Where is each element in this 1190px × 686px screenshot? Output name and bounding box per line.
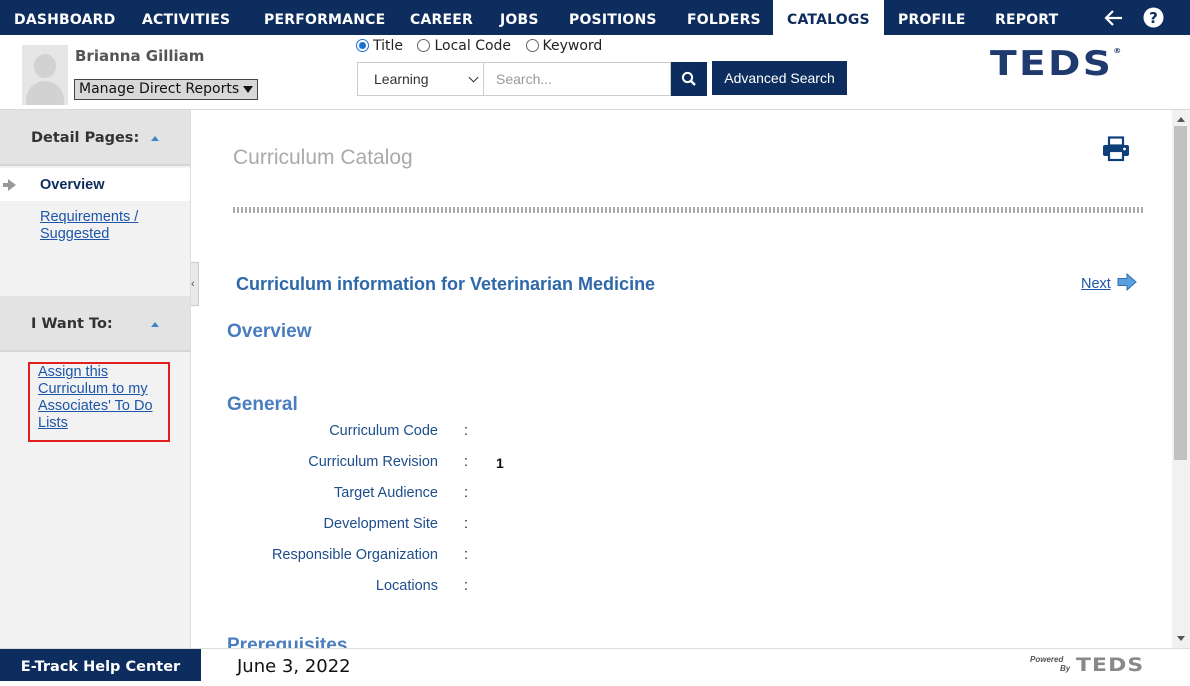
assign-curriculum-link[interactable]: Assign this Curriculum to my Associates'… <box>38 364 153 432</box>
collapse-up-icon <box>151 136 159 141</box>
chevron-down-icon <box>468 72 479 83</box>
nav-jobs[interactable]: JOBS <box>500 0 539 35</box>
help-center-button[interactable]: E-Track Help Center <box>0 649 201 681</box>
radio-keyword[interactable]: Keyword <box>525 38 602 54</box>
nav-report[interactable]: REPORT <box>995 0 1058 35</box>
field-separator: : <box>464 454 469 470</box>
sidebar-item-overview[interactable]: Overview <box>0 168 190 201</box>
manage-direct-reports-label: Manage Direct Reports <box>79 81 240 97</box>
scroll-thumb[interactable] <box>1174 126 1187 460</box>
nav-profile[interactable]: PROFILE <box>898 0 966 35</box>
chevron-left-icon: ‹ <box>191 278 195 290</box>
detail-pages-header[interactable]: Detail Pages: <box>0 110 190 166</box>
page-title: Curriculum Catalog <box>233 146 413 169</box>
top-nav: DASHBOARD ACTIVITIES PERFORMANCE CAREER … <box>0 0 1190 35</box>
back-arrow-icon[interactable] <box>1104 9 1124 27</box>
dropdown-caret-icon <box>243 86 253 93</box>
category-select[interactable]: Learning <box>357 62 484 96</box>
avatar <box>22 45 68 105</box>
general-heading: General <box>227 394 298 415</box>
advanced-search-button[interactable]: Advanced Search <box>712 61 847 95</box>
header: Brianna Gilliam Manage Direct Reports Ti… <box>0 35 1190 110</box>
sidebar-collapse-toggle[interactable]: ‹ <box>191 262 199 306</box>
field-separator: : <box>464 578 469 594</box>
manage-direct-reports-select[interactable]: Manage Direct Reports <box>74 79 258 100</box>
field-label-curriculum-revision: Curriculum Revision <box>308 454 438 470</box>
radio-unchecked-icon <box>417 39 431 52</box>
prerequisites-heading: Prerequisites <box>227 635 348 648</box>
powered-by-teds-logo: TEDS <box>1076 654 1145 676</box>
nav-dashboard[interactable]: DASHBOARD <box>14 0 116 35</box>
radio-local-code[interactable]: Local Code <box>417 38 511 54</box>
print-icon[interactable] <box>1102 136 1130 162</box>
curriculum-info-heading: Curriculum information for Veterinarian … <box>236 274 656 294</box>
radio-checked-icon <box>356 39 369 52</box>
help-icon[interactable]: ? <box>1143 7 1164 28</box>
next-link[interactable]: Next <box>1081 276 1111 292</box>
field-separator: : <box>464 423 469 439</box>
field-value-curriculum-revision: 1 <box>496 455 504 471</box>
user-name: Brianna Gilliam <box>75 47 205 65</box>
vertical-scrollbar[interactable] <box>1172 110 1190 648</box>
powered-by-label: Powered By <box>1030 655 1071 673</box>
sidebar-item-requirements[interactable]: Requirements / Suggested <box>40 209 138 243</box>
search-placeholder: Search... <box>496 71 553 87</box>
field-separator: : <box>464 516 469 532</box>
next-arrow-icon[interactable] <box>1117 273 1137 291</box>
nav-career[interactable]: CAREER <box>410 0 473 35</box>
search-icon <box>681 71 696 86</box>
field-label-locations: Locations <box>375 578 438 594</box>
nav-catalogs[interactable]: CATALOGS <box>773 0 884 35</box>
nav-activities[interactable]: ACTIVITIES <box>142 0 230 35</box>
sidebar: Detail Pages: Overview Requirements / Su… <box>0 110 191 648</box>
search-button[interactable] <box>671 62 707 96</box>
nav-performance[interactable]: PERFORMANCE <box>264 0 385 35</box>
field-label-development-site: Development Site <box>323 516 438 532</box>
search-input[interactable]: Search... <box>484 62 671 96</box>
scroll-up-icon[interactable] <box>1177 117 1185 122</box>
date-tooltip: June 3, 2022 <box>227 652 358 684</box>
field-label-curriculum-code: Curriculum Code <box>329 423 438 439</box>
svg-text:?: ? <box>1149 9 1158 27</box>
i-want-to-header[interactable]: I Want To: <box>0 296 190 352</box>
i-want-to-title: I Want To: <box>31 316 113 332</box>
teds-logo: TEDS® <box>990 44 1122 84</box>
radio-title[interactable]: Title <box>356 38 403 54</box>
field-separator: : <box>464 547 469 563</box>
field-separator: : <box>464 485 469 501</box>
nav-folders[interactable]: FOLDERS <box>687 0 761 35</box>
search-mode-group: Title Local Code Keyword <box>356 38 612 58</box>
overview-heading: Overview <box>227 321 312 342</box>
current-page-arrow-icon <box>3 179 16 191</box>
main-content: Curriculum Catalog Curriculum informatio… <box>200 110 1172 648</box>
nav-positions[interactable]: POSITIONS <box>569 0 657 35</box>
scroll-down-icon[interactable] <box>1177 636 1185 641</box>
field-label-responsible-organization: Responsible Organization <box>271 547 438 563</box>
footer: E-Track Help Center June 3, 2022 Powered… <box>0 648 1190 684</box>
divider <box>233 207 1145 213</box>
field-label-target-audience: Target Audience <box>334 485 438 501</box>
collapse-up-icon <box>151 322 159 327</box>
radio-unchecked-icon <box>525 39 539 52</box>
detail-pages-title: Detail Pages: <box>31 130 140 146</box>
